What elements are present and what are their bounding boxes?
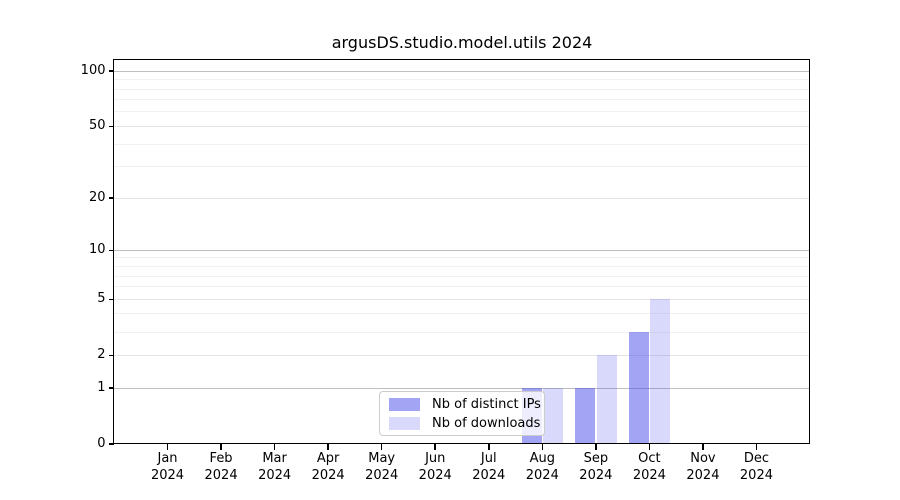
x-tick-mark <box>541 444 544 450</box>
minor-gridline <box>114 99 810 101</box>
minor-gridline <box>114 111 810 113</box>
y-tick-mark <box>108 197 114 199</box>
legend-item-distinct-ips: Nb of distinct IPs <box>389 397 541 412</box>
minor-gridline <box>114 286 810 288</box>
legend-swatch-distinct-ips <box>389 397 420 411</box>
x-tick-mark <box>220 444 222 450</box>
x-tick-mark <box>380 444 383 450</box>
minor-gridline <box>114 331 810 333</box>
x-tick-label-feb: Feb 2024 <box>204 451 238 483</box>
x-tick-mark <box>702 444 704 450</box>
minor-gridline <box>114 275 810 277</box>
chart-title: argusDS.studio.model.utils 2024 <box>331 33 593 52</box>
x-tick-mark <box>273 444 276 450</box>
x-tick-mark <box>166 444 169 450</box>
minor-gridline <box>114 266 810 267</box>
y-tick-mark <box>108 70 114 72</box>
minor-gridline <box>114 313 810 315</box>
major-gridline <box>114 298 810 300</box>
major-gridline <box>114 249 810 251</box>
y-tick-label: 1 <box>97 380 106 395</box>
x-tick-label-mar: Mar 2024 <box>258 451 292 483</box>
y-tick-label: 10 <box>88 242 106 258</box>
y-tick-label: 50 <box>88 118 106 134</box>
x-tick-label-dec: Dec 2024 <box>739 451 773 483</box>
y-tick-mark <box>108 298 114 300</box>
x-tick-label-sep: Sep 2024 <box>579 451 613 483</box>
x-tick-mark <box>755 444 758 450</box>
legend-label-downloads: Nb of downloads <box>432 415 541 431</box>
bar-distinct-ips-sep <box>575 388 596 444</box>
y-tick-mark <box>108 443 114 445</box>
minor-gridline <box>114 79 810 81</box>
x-tick-mark <box>327 444 329 450</box>
major-gridline <box>114 125 810 127</box>
x-tick-label-jul: Jul 2024 <box>472 451 506 483</box>
minor-gridline <box>114 88 810 90</box>
x-tick-label-apr: Apr 2024 <box>311 451 345 483</box>
x-tick-mark <box>648 444 651 450</box>
x-tick-label-aug: Aug 2024 <box>525 451 559 483</box>
bar-downloads-sep <box>596 355 617 444</box>
major-gridline <box>114 387 810 389</box>
y-tick-mark <box>108 125 114 128</box>
y-tick-label: 100 <box>80 63 106 79</box>
minor-gridline <box>114 143 810 145</box>
legend: Nb of distinct IPs Nb of downloads <box>379 391 545 436</box>
x-tick-label-oct: Oct 2024 <box>632 451 666 483</box>
major-gridline <box>114 354 810 356</box>
plot-area-frame <box>112 58 810 444</box>
bar-downloads-oct <box>650 299 671 444</box>
minor-gridline <box>114 257 810 259</box>
legend-item-downloads: Nb of downloads <box>389 416 540 431</box>
minor-gridline <box>114 166 810 168</box>
legend-swatch-downloads <box>389 416 420 430</box>
chart-figure: argusDS.studio.model.utils 2024 0 1 2 5 10 20… <box>0 0 900 500</box>
y-tick-label: 20 <box>88 190 106 206</box>
x-tick-label-nov: Nov 2024 <box>686 451 720 483</box>
x-tick-label-jan: Jan 2024 <box>150 451 185 483</box>
legend-label-distinct-ips: Nb of distinct IPs <box>432 396 541 412</box>
x-tick-mark <box>488 444 490 450</box>
x-tick-mark <box>595 444 597 450</box>
y-tick-label: 0 <box>97 436 106 451</box>
x-tick-mark <box>434 444 436 450</box>
bar-downloads-aug <box>543 388 564 444</box>
y-tick-mark <box>108 354 114 356</box>
y-tick-mark <box>108 249 114 252</box>
major-gridline <box>114 197 810 199</box>
y-tick-label: 5 <box>97 291 106 307</box>
y-tick-label: 2 <box>97 347 106 363</box>
major-gridline <box>114 70 810 72</box>
x-tick-label-may: May 2024 <box>365 451 399 483</box>
bar-distinct-ips-oct <box>628 332 649 444</box>
y-tick-mark <box>108 387 114 389</box>
x-tick-label-jun: Jun 2024 <box>418 451 452 483</box>
